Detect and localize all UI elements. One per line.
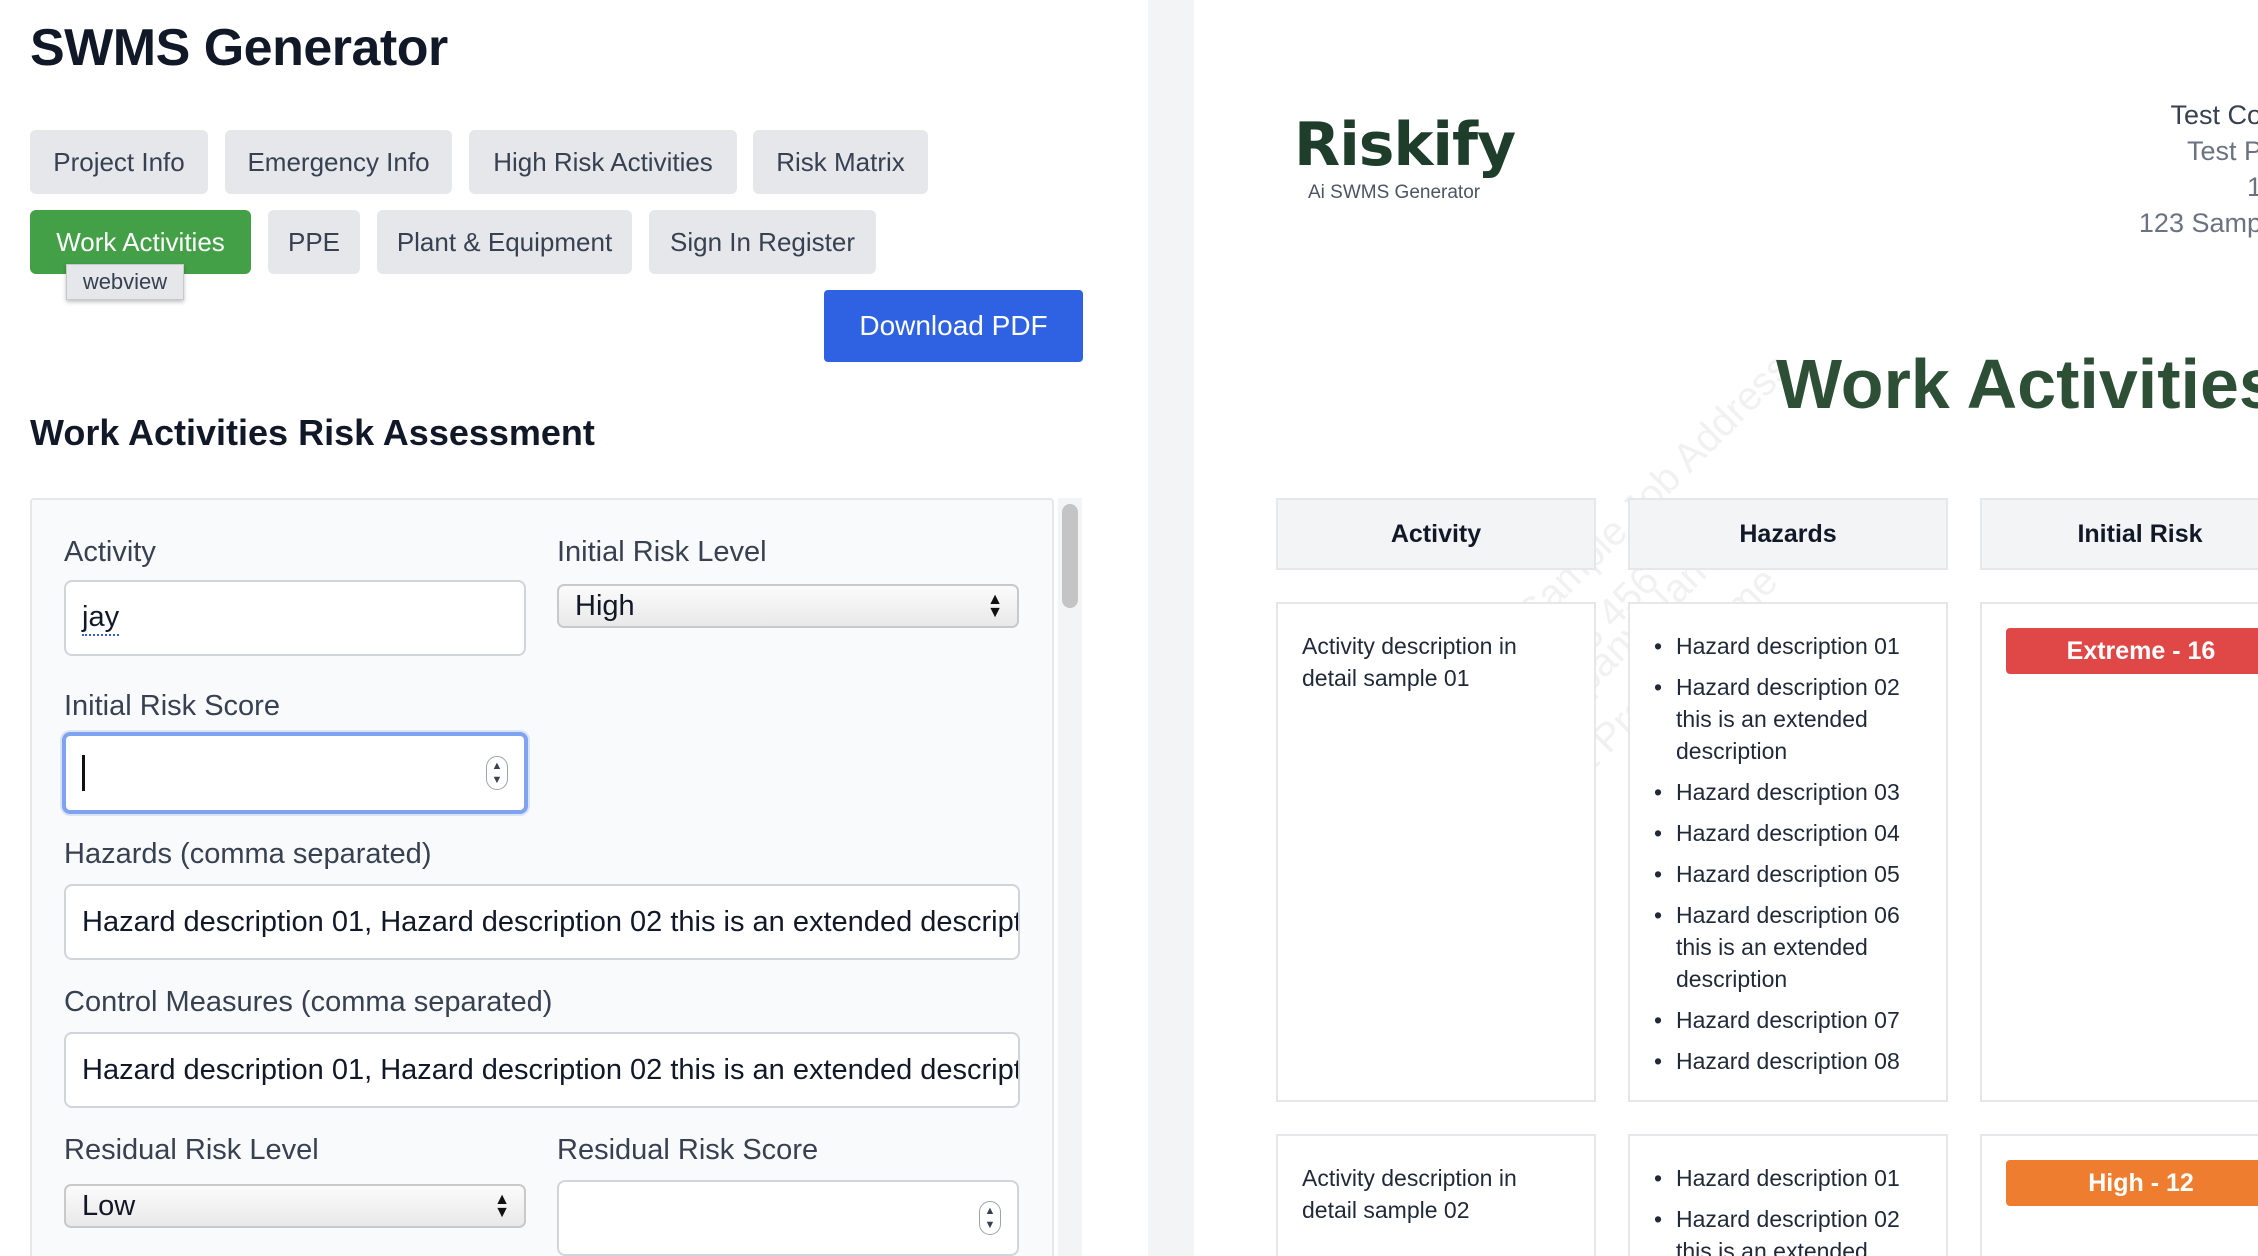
download-pdf-button[interactable]: Download PDF (824, 290, 1083, 362)
list-item: Hazard description 01 (1654, 630, 1930, 662)
table-row-1-activity: Activity description in detail sample 01 (1276, 602, 1596, 1102)
control-measures-input[interactable]: Hazard description 01, Hazard descriptio… (64, 1032, 1020, 1108)
column-header-activity: Activity (1276, 498, 1596, 570)
tab-project-info[interactable]: Project Info (30, 130, 208, 194)
tab-emergency-info[interactable]: Emergency Info (225, 130, 452, 194)
logo-text: Riskify (1294, 110, 1516, 180)
list-item: Hazard description 02 this is an extende… (1654, 671, 1930, 767)
hazards-input[interactable]: Hazard description 01, Hazard descriptio… (64, 884, 1020, 960)
hazard-list: Hazard description 01 Hazard description… (1654, 630, 1930, 1086)
pdf-preview: Test Company Name Test Project Name 123 … (1194, 0, 2258, 1256)
initial-risk-level-value: High (575, 589, 635, 622)
app-title: SWMS Generator (30, 19, 448, 77)
initial-risk-level-label: Initial Risk Level (557, 536, 767, 568)
panel-divider[interactable] (1148, 0, 1194, 1256)
list-item: Hazard description 05 (1654, 858, 1930, 890)
logo-subtitle: Ai SWMS Generator (1308, 182, 1481, 203)
section-title: Work Activities Risk Assessment (30, 412, 595, 453)
table-row-2-activity: Activity description in detail sample 02 (1276, 1134, 1596, 1256)
table-row-2-hazards: Hazard description 01 Hazard description… (1628, 1134, 1948, 1256)
activity-label: Activity (64, 536, 156, 568)
list-item: Hazard description 02 this is an extende… (1654, 1203, 1930, 1256)
hazards-label: Hazards (comma separated) (64, 838, 432, 870)
list-item: Hazard description 08 (1654, 1045, 1930, 1077)
activity-input-value: jay (82, 601, 120, 636)
pdf-title: Work Activities (1776, 345, 2258, 423)
initial-risk-level-select[interactable]: High ▲ ▼ (557, 584, 1019, 628)
tab-plant-equipment[interactable]: Plant & Equipment (377, 210, 632, 274)
company-project: Test P (2186, 136, 2258, 166)
company-number: 1 (2246, 172, 2258, 202)
number-spinner-icon[interactable]: ▲ ▼ (979, 1201, 1001, 1235)
tooltip: webview (66, 264, 184, 300)
risk-badge: High - 12 (2006, 1160, 2258, 1206)
list-item: Hazard description 01 (1654, 1162, 1930, 1194)
number-spinner-icon[interactable]: ▲ ▼ (486, 756, 508, 790)
residual-risk-level-select[interactable]: Low ▲ ▼ (64, 1184, 526, 1228)
residual-risk-score-input[interactable]: ▲ ▼ (557, 1180, 1019, 1256)
tab-ppe[interactable]: PPE (268, 210, 360, 274)
form-scrollbar-track[interactable] (1058, 498, 1082, 1256)
control-measures-label: Control Measures (comma separated) (64, 986, 553, 1018)
list-item: Hazard description 04 (1654, 817, 1930, 849)
residual-risk-level-label: Residual Risk Level (64, 1134, 319, 1166)
activity-text: Activity description in detail sample 01 (1302, 633, 1517, 691)
hazard-list: Hazard description 01 Hazard description… (1654, 1162, 1930, 1256)
column-header-initial-risk: Initial Risk (1980, 498, 2258, 570)
select-arrows-icon: ▲ ▼ (494, 1191, 510, 1221)
table-row-1-hazards: Hazard description 01 Hazard description… (1628, 602, 1948, 1102)
form-scrollbar-thumb[interactable] (1062, 504, 1078, 608)
activity-form-card: Activity jay Initial Risk Level High ▲ ▼ … (30, 498, 1054, 1256)
risk-badge: Extreme - 16 (2006, 628, 2258, 674)
tab-risk-matrix[interactable]: Risk Matrix (753, 130, 928, 194)
list-item: Hazard description 03 (1654, 776, 1930, 808)
text-caret (82, 755, 85, 791)
residual-risk-score-label: Residual Risk Score (557, 1134, 819, 1166)
table-row-1-initial-risk: Extreme - 16 (1980, 602, 2258, 1102)
company-name: Test Co (2170, 100, 2258, 130)
list-item: Hazard description 07 (1654, 1004, 1930, 1036)
initial-risk-score-label: Initial Risk Score (64, 690, 280, 722)
form-panel: SWMS Generator Project Info Emergency In… (0, 0, 1148, 1256)
list-item: Hazard description 06 this is an extende… (1654, 899, 1930, 995)
residual-risk-level-value: Low (82, 1189, 136, 1222)
riskify-logo: Riskify Ai SWMS Generator (1294, 110, 1516, 203)
column-header-hazards: Hazards (1628, 498, 1948, 570)
tab-sign-in-register[interactable]: Sign In Register (649, 210, 876, 274)
activity-input[interactable]: jay (64, 580, 526, 656)
activity-text: Activity description in detail sample 02 (1302, 1165, 1517, 1223)
table-row-2-initial-risk: High - 12 (1980, 1134, 2258, 1256)
company-address: 123 Samp (2138, 208, 2258, 238)
select-arrows-icon: ▲ ▼ (987, 591, 1003, 621)
control-measures-input-value: Hazard description 01, Hazard descriptio… (82, 1053, 1020, 1086)
initial-risk-score-input[interactable]: ▲ ▼ (62, 732, 528, 814)
hazards-input-value: Hazard description 01, Hazard descriptio… (82, 905, 1020, 938)
tab-high-risk-activities[interactable]: High Risk Activities (469, 130, 737, 194)
